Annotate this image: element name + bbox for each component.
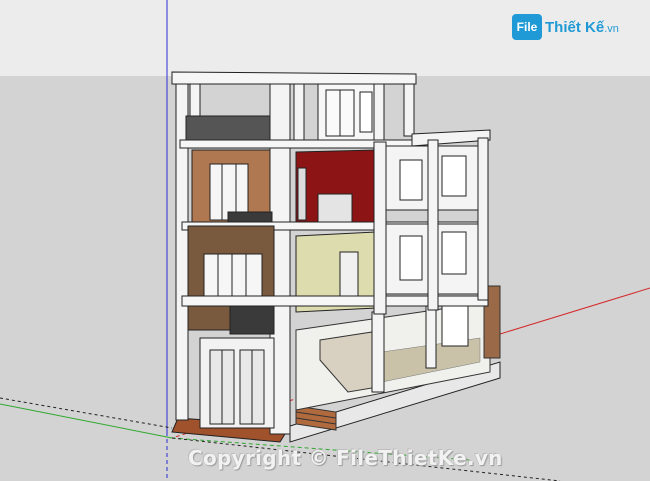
roof-column-4 xyxy=(403,83,415,137)
red-axis-solid xyxy=(499,287,650,335)
cut-column-c xyxy=(477,137,489,301)
cream-wall-door xyxy=(339,251,359,303)
logo-mark-icon: File xyxy=(512,14,542,40)
roof-column-3 xyxy=(373,83,385,141)
top-balcony-railing xyxy=(185,115,271,143)
logo-text: Thiết Kế.vn xyxy=(545,19,619,36)
red-wall-door xyxy=(297,167,307,221)
side-window-3f-b xyxy=(441,155,467,197)
cut-column-a xyxy=(373,141,387,315)
cut-column-b xyxy=(427,139,439,311)
side-column-ground xyxy=(371,311,385,393)
green-axis-solid xyxy=(0,403,173,439)
balcony-railing-2f xyxy=(229,303,275,335)
top-floor-window xyxy=(359,91,373,133)
side-window-2f-a xyxy=(399,235,423,281)
filethietke-logo: File Thiết Kế.vn xyxy=(512,14,619,40)
side-window-gf xyxy=(441,305,469,347)
roof-column-1 xyxy=(189,83,201,117)
red-wall-window xyxy=(317,193,353,225)
logo-domain: .vn xyxy=(604,22,619,35)
black-dashed-guide xyxy=(0,397,173,429)
copyright-watermark: Copyright © FileThietKe.vn xyxy=(188,446,503,470)
roof-column-2 xyxy=(293,83,305,141)
logo-name: Thiết Kế xyxy=(545,18,605,36)
side-window-3f-a xyxy=(399,159,423,201)
floor-slab-2f xyxy=(181,295,489,307)
3d-scene[interactable] xyxy=(0,0,650,481)
side-window-2f-b xyxy=(441,231,467,275)
side-column-ground-2 xyxy=(425,305,437,369)
roof-beam-front xyxy=(171,71,417,85)
sketchup-viewport[interactable]: File Thiết Kế.vn Copyright © FileThietKe… xyxy=(0,0,650,481)
